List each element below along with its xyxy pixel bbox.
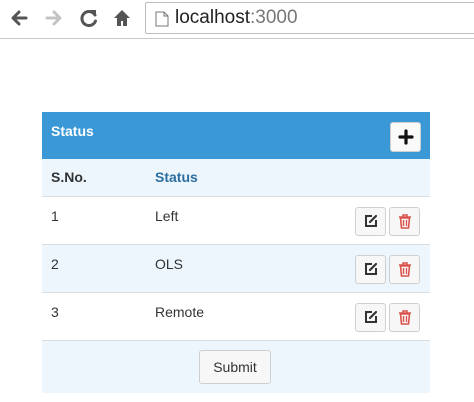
status-panel: Status S.No. Status 1 Left 2 OLS 3 Remot… [42,112,430,393]
home-icon[interactable] [111,7,133,29]
row-sno: 3 [51,303,59,320]
edit-icon [364,310,377,323]
trash-icon [398,310,411,325]
column-header-actions [258,159,430,196]
row-sno: 1 [51,207,59,224]
url-host: localhost [175,7,250,28]
forward-icon[interactable] [43,7,65,29]
edit-icon [364,262,377,275]
panel-header: Status [42,112,430,159]
reload-icon[interactable] [78,7,100,29]
edit-button[interactable] [355,254,386,284]
delete-button[interactable] [389,254,420,284]
row-actions [258,244,430,292]
delete-button[interactable] [389,302,420,332]
edit-button[interactable] [355,302,386,332]
address-bar[interactable]: localhost:3000 [145,2,474,34]
edit-icon [364,214,377,227]
trash-icon [398,262,411,277]
row-actions [258,292,430,340]
submit-button[interactable]: Submit [199,350,271,384]
page-icon [155,11,169,27]
edit-button[interactable] [355,206,386,236]
table-row: 2 OLS [42,244,430,292]
row-actions [258,196,430,244]
panel-title: Status [51,123,94,139]
toolbar-divider [0,38,474,39]
panel-footer: Submit [42,340,430,393]
trash-icon [398,214,411,229]
row-sno: 2 [51,255,59,272]
url-port: :3000 [250,7,298,28]
table-row: 3 Remote [42,292,430,340]
status-table: S.No. Status 1 Left 2 OLS 3 Remote [42,159,430,340]
back-icon[interactable] [8,7,30,29]
table-row: 1 Left [42,196,430,244]
delete-button[interactable] [389,206,420,236]
row-status: OLS [155,255,184,272]
column-header-sno: S.No. [51,169,87,186]
row-status: Remote [155,303,205,320]
browser-toolbar: localhost:3000 [0,0,474,39]
table-header-row: S.No. Status [42,159,430,196]
url-text: localhost:3000 [175,7,298,29]
column-header-status[interactable]: Status [148,159,258,196]
plus-icon [397,129,414,145]
row-status: Left [155,207,179,224]
add-status-button[interactable] [390,122,421,152]
